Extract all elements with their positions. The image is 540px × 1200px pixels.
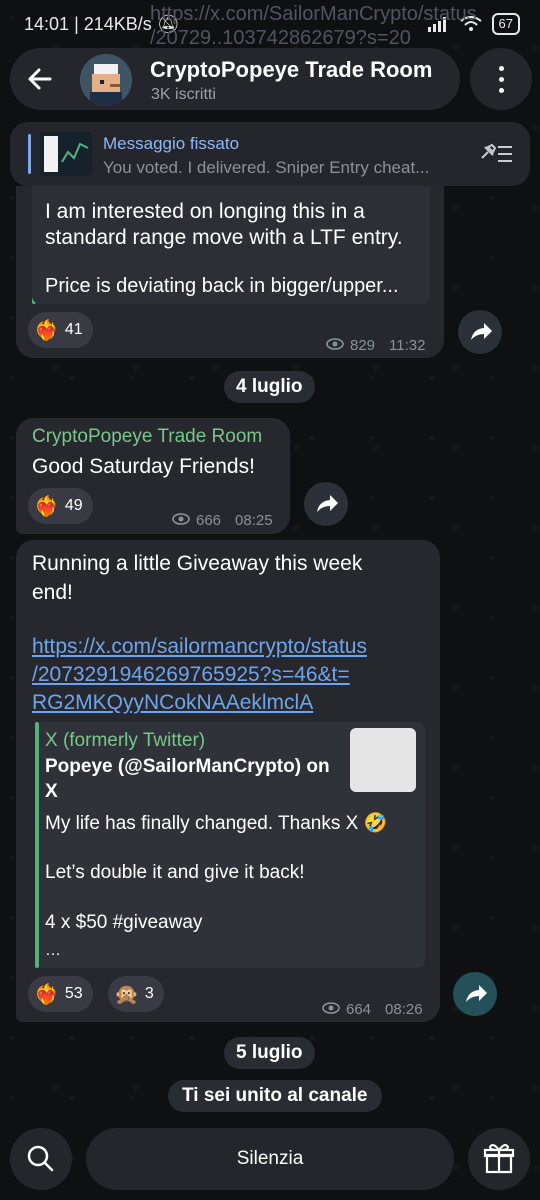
share-button[interactable] [304, 482, 348, 526]
reaction-fire-heart[interactable]: ❤️‍🔥 53 [28, 976, 93, 1012]
message-text: Price is deviating back in bigger/upper.… [45, 275, 399, 297]
preview-body: My life has finally changed. Thanks X 🤣 [45, 813, 388, 834]
pinned-text: You voted. I delivered. Sniper Entry che… [103, 158, 430, 177]
fire-heart-emoji-icon: ❤️‍🔥 [34, 319, 59, 342]
status-separator: | [74, 14, 84, 34]
battery-indicator: 67 [491, 13, 520, 35]
views-eye-icon [172, 512, 190, 529]
background-url-line2: /20729..103742862679?s=20 [150, 27, 411, 49]
more-options-button[interactable] [470, 48, 532, 110]
preview-title: X [45, 781, 58, 802]
views-eye-icon [322, 1001, 340, 1018]
menu-dot-icon [499, 66, 504, 71]
menu-dot-icon [499, 88, 504, 93]
pinned-message-bar[interactable]: Messaggio fissato You voted. I delivered… [10, 122, 530, 186]
reaction-monkey[interactable]: 🙊 3 [108, 976, 164, 1012]
pinned-label: Messaggio fissato [103, 134, 240, 153]
pinned-indicator [28, 134, 31, 174]
chart-thumbnail-image [40, 132, 92, 176]
status-time: 14:01 [24, 14, 70, 34]
preview-body: 4 x $50 #giveaway [45, 912, 203, 933]
preview-site-name: X (formerly Twitter) [45, 730, 206, 751]
message-time: 11:32 [389, 337, 426, 354]
view-count: 666 [196, 512, 222, 529]
message-meta: 829 11:32 [326, 337, 425, 354]
preview-body: Let’s double it and give it back! [45, 862, 305, 883]
subscriber-count: 3K iscritti [151, 86, 216, 103]
fire-heart-emoji-icon: ❤️‍🔥 [34, 495, 59, 518]
message-text: standard range move with a LTF entry. [45, 226, 403, 249]
message-meta: 664 08:26 [322, 1001, 423, 1018]
fire-heart-emoji-icon: ❤️‍🔥 [34, 983, 59, 1006]
share-button[interactable] [453, 972, 497, 1016]
gift-icon [483, 1144, 515, 1174]
message-meta: 666 08:25 [172, 512, 273, 529]
search-icon [27, 1145, 54, 1172]
popeye-avatar-image [80, 54, 132, 106]
giveaway-link[interactable]: /2073291946269765925?s=46&t= [32, 660, 350, 689]
message-time: 08:26 [385, 1001, 423, 1018]
date-separator: 5 luglio [224, 1037, 315, 1069]
channel-avatar[interactable] [80, 54, 132, 106]
sender-name: CryptoPopeye Trade Room [32, 426, 263, 447]
message-time: 08:25 [235, 512, 273, 529]
message-text: Good Saturday Friends! [32, 455, 255, 478]
reaction-fire-heart[interactable]: ❤️‍🔥 49 [28, 488, 93, 524]
reaction-count: 49 [64, 497, 83, 514]
reaction-count: 53 [64, 985, 83, 1002]
back-arrow-icon[interactable] [22, 61, 58, 97]
reaction-fire-heart[interactable]: ❤️‍🔥 41 [28, 312, 93, 348]
message-text: end! [32, 581, 73, 604]
reaction-count: 41 [64, 321, 83, 338]
chat-header[interactable]: CryptoPopeye Trade Room 3K iscritti [10, 48, 460, 110]
pin-list-icon[interactable] [478, 142, 514, 166]
mute-button[interactable]: Silenzia [86, 1128, 454, 1190]
view-count: 829 [350, 337, 376, 354]
search-button[interactable] [10, 1128, 72, 1190]
speak-no-evil-monkey-emoji-icon: 🙊 [114, 983, 139, 1006]
background-url-text: https://x.com/SailorManCrypto/status /20… [150, 2, 477, 50]
pinned-thumbnail [40, 132, 92, 176]
date-separator: 4 luglio [224, 371, 315, 403]
message-text: Running a little Giveaway this week [32, 552, 363, 575]
share-arrow-icon [317, 495, 338, 512]
view-count: 664 [346, 1001, 372, 1018]
preview-ellipsis: … [45, 942, 61, 959]
preview-thumbnail [350, 728, 416, 792]
views-eye-icon [326, 337, 344, 354]
share-arrow-icon [466, 985, 487, 1002]
channel-title: CryptoPopeye Trade Room [150, 57, 433, 82]
gift-button[interactable] [468, 1128, 530, 1190]
menu-dot-icon [499, 77, 504, 82]
share-arrow-icon [471, 323, 492, 340]
network-speed: 214KB/s [83, 14, 152, 34]
share-button[interactable] [458, 310, 502, 354]
preview-accent-bar [35, 722, 39, 968]
giveaway-link[interactable]: https://x.com/sailormancrypto/status [32, 632, 367, 661]
reaction-count: 3 [144, 985, 154, 1002]
giveaway-link[interactable]: RG2MKQyyNCokNAAeklmclA [32, 688, 313, 717]
preview-title: Popeye (@SailorManCrypto) on [45, 756, 330, 777]
background-url-line1: https://x.com/SailorManCrypto/status [150, 3, 477, 25]
service-message: Ti sei unito al canale [168, 1080, 382, 1112]
message-text: I am interested on longing this in a [45, 200, 365, 223]
